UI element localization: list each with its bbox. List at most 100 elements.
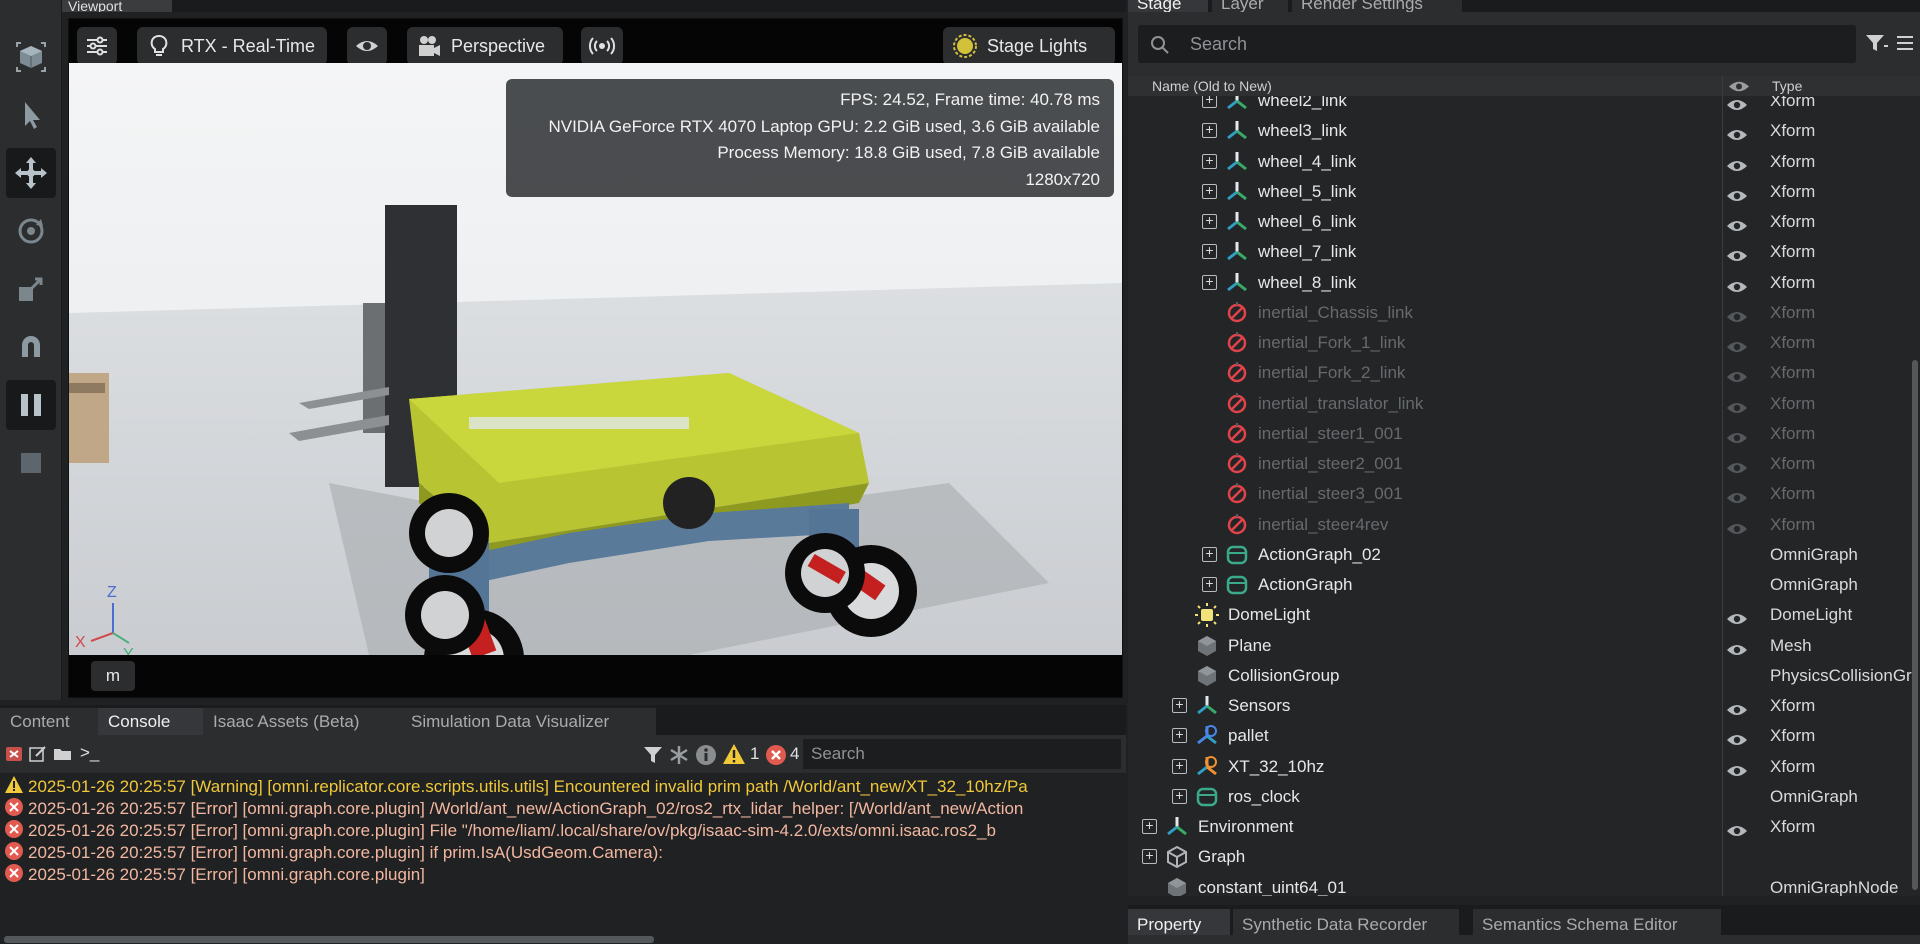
stage-tree[interactable]: + wheel2_link Xform + wheel3_link Xform + wheel…	[1128, 96, 1920, 896]
visibility-eye-icon[interactable]	[1726, 396, 1748, 413]
expand-toggle-icon[interactable]: +	[1142, 818, 1157, 834]
log-line[interactable]: 2025-01-26 20:25:57 [Error] [omni.graph.…	[4, 841, 1122, 863]
settings-sliders-icon[interactable]	[77, 27, 117, 65]
stage-row[interactable]: + pallet Xform	[1128, 721, 1918, 751]
stage-row[interactable]: inertial_translator_link Xform	[1128, 389, 1918, 419]
tab-isaac-assets[interactable]: Isaac Assets (Beta)	[203, 708, 401, 735]
visibility-eye-icon[interactable]	[1726, 759, 1748, 776]
broadcast-icon[interactable]	[581, 27, 623, 65]
expand-toggle-icon[interactable]: +	[1202, 274, 1217, 290]
log-line[interactable]: 2025-01-26 20:25:57 [Error] [omni.graph.…	[4, 797, 1122, 819]
3d-scene[interactable]: Z X Y FPS: 24.52, Frame time: 40.78 ms N…	[69, 63, 1122, 655]
stage-row[interactable]: inertial_Fork_2_link Xform	[1128, 358, 1918, 388]
stage-scrollbar[interactable]	[1912, 360, 1918, 890]
folder-icon[interactable]	[52, 744, 74, 764]
visibility-eye-icon[interactable]	[1726, 365, 1748, 383]
stage-row[interactable]: + wheel2_link Xform	[1128, 96, 1918, 116]
expand-toggle-icon[interactable]: +	[1202, 243, 1217, 260]
stage-row[interactable]: + wheel_5_link Xform	[1128, 177, 1918, 207]
stage-row[interactable]: + ros_clock OmniGraph	[1128, 782, 1918, 812]
name-column-header[interactable]: Name (Old to New)	[1152, 76, 1272, 96]
stage-row[interactable]: inertial_steer2_001 Xform	[1128, 449, 1918, 479]
visibility-eye-icon[interactable]	[347, 27, 387, 65]
visibility-eye-icon[interactable]	[1726, 275, 1748, 292]
m-button[interactable]: m	[91, 661, 135, 691]
stage-row[interactable]: + wheel_8_link Xform	[1128, 268, 1918, 298]
move-icon[interactable]	[6, 148, 56, 198]
stage-row[interactable]: + Environment Xform	[1128, 812, 1918, 842]
expand-toggle-icon[interactable]: +	[1172, 697, 1187, 713]
rotate-icon[interactable]	[6, 206, 56, 256]
expand-toggle-icon[interactable]: +	[1202, 183, 1217, 199]
stage-row[interactable]: + XT_32_10hz Xform	[1128, 752, 1918, 782]
visibility-eye-icon[interactable]	[1726, 214, 1748, 231]
visibility-eye-icon[interactable]	[1726, 517, 1748, 534]
visibility-eye-icon[interactable]	[1726, 486, 1748, 504]
expand-toggle-icon[interactable]: +	[1202, 122, 1217, 139]
info-icon[interactable]	[694, 743, 718, 767]
camera-button[interactable]: Perspective	[407, 27, 563, 65]
cube-select-icon[interactable]	[6, 32, 56, 82]
viewport[interactable]: RTX - Real-Time Perspective Stage Lights	[68, 18, 1123, 698]
stage-row[interactable]: constant_uint64_01 OmniGraphNode	[1128, 873, 1918, 896]
log-line[interactable]: 2025-01-26 20:25:57 [Warning] [omni.repl…	[4, 775, 1122, 797]
tab-simulation-data-visualizer[interactable]: Simulation Data Visualizer	[401, 708, 656, 735]
pointer-icon[interactable]	[6, 90, 56, 140]
stage-row[interactable]: + Graph	[1128, 842, 1918, 872]
tab-content[interactable]: Content	[0, 708, 102, 735]
viewport-tab[interactable]: Viewport	[62, 0, 172, 12]
stage-row[interactable]: inertial_steer3_001 Xform	[1128, 479, 1918, 509]
expand-toggle-icon[interactable]: +	[1202, 153, 1217, 169]
stage-row[interactable]: DomeLight DomeLight	[1128, 600, 1918, 630]
tab-layer[interactable]: Layer	[1212, 0, 1288, 12]
visibility-eye-icon[interactable]	[1726, 426, 1748, 443]
stage-row[interactable]: Plane Mesh	[1128, 631, 1918, 661]
tab-console[interactable]: Console	[98, 708, 204, 735]
log-line[interactable]: 2025-01-26 20:25:57 [Error] [omni.graph.…	[4, 863, 1122, 885]
scale-icon[interactable]	[6, 264, 56, 314]
visibility-eye-icon[interactable]	[1726, 456, 1748, 473]
visibility-eye-icon[interactable]	[1726, 305, 1748, 322]
expand-toggle-icon[interactable]: +	[1172, 758, 1187, 774]
pause-icon[interactable]	[6, 380, 56, 430]
stage-row[interactable]: + wheel_4_link Xform	[1128, 147, 1918, 177]
stage-row[interactable]: + ActionGraph OmniGraph	[1128, 570, 1918, 600]
stage-row[interactable]: + wheel3_link Xform	[1128, 116, 1918, 146]
console-search-input[interactable]: Search	[803, 739, 1121, 769]
visibility-eye-icon[interactable]	[1726, 698, 1748, 715]
visibility-eye-icon[interactable]	[1726, 154, 1748, 171]
stage-row[interactable]: CollisionGroup PhysicsCollisionGroup	[1128, 661, 1918, 691]
visibility-eye-icon[interactable]	[1726, 607, 1748, 625]
stage-row[interactable]: inertial_steer4rev Xform	[1128, 510, 1918, 540]
expand-toggle-icon[interactable]: +	[1172, 788, 1187, 804]
snap-magnet-icon[interactable]	[6, 322, 56, 372]
stage-search-input[interactable]: Search	[1138, 25, 1856, 63]
expand-toggle-icon[interactable]: +	[1202, 546, 1217, 562]
type-column-header[interactable]: Type	[1772, 76, 1802, 96]
stage-row[interactable]: + Sensors Xform	[1128, 691, 1918, 721]
visibility-eye-icon[interactable]	[1726, 123, 1748, 141]
filter-icon[interactable]	[642, 744, 664, 766]
visibility-eye-icon[interactable]	[1726, 335, 1748, 352]
stage-row[interactable]: + wheel_6_link Xform	[1128, 207, 1918, 237]
expand-toggle-icon[interactable]: +	[1172, 727, 1187, 744]
stage-row[interactable]: inertial_steer1_001 Xform	[1128, 419, 1918, 449]
stage-row[interactable]: inertial_Fork_1_link Xform	[1128, 328, 1918, 358]
tab-render-settings[interactable]: Render Settings	[1292, 0, 1462, 12]
menu-icon[interactable]	[1894, 32, 1916, 54]
warning-filter-icon[interactable]	[722, 743, 746, 765]
console-horizontal-scrollbar[interactable]	[4, 936, 654, 943]
visibility-eye-icon[interactable]	[1726, 96, 1748, 110]
expand-toggle-icon[interactable]: +	[1142, 848, 1157, 865]
visibility-eye-icon[interactable]	[1726, 638, 1748, 655]
stage-lights-button[interactable]: Stage Lights	[943, 27, 1115, 65]
command-prompt[interactable]: >_	[80, 743, 99, 763]
clear-console-icon[interactable]	[4, 744, 24, 764]
asterisk-icon[interactable]	[668, 744, 690, 766]
console-log-area[interactable]: 2025-01-26 20:25:57 [Warning] [omni.repl…	[0, 773, 1126, 944]
tab-stage[interactable]: Stage	[1128, 0, 1208, 12]
renderer-button[interactable]: RTX - Real-Time	[137, 27, 327, 65]
stage-row[interactable]: + ActionGraph_02 OmniGraph	[1128, 540, 1918, 570]
log-line[interactable]: 2025-01-26 20:25:57 [Error] [omni.graph.…	[4, 819, 1122, 841]
stop-icon[interactable]	[6, 438, 56, 488]
